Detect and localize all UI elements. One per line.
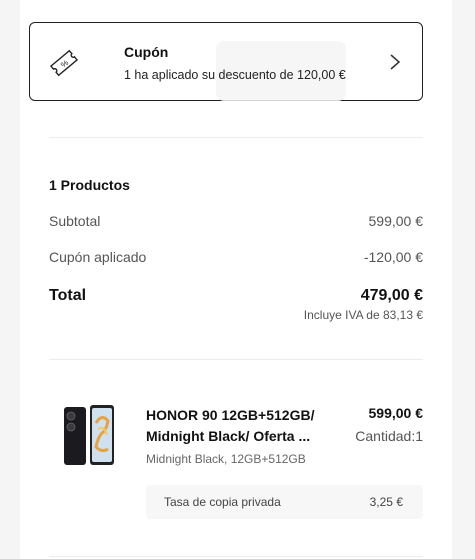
divider [49, 556, 423, 557]
fee-value: 3,25 € [369, 495, 403, 509]
vat-note: Incluye IVA de 83,13 € [303, 308, 423, 322]
coupon-tag-icon: % [49, 49, 79, 77]
coupon-applied-value: -120,00 € [363, 249, 423, 265]
total-value: 479,00 € [360, 287, 423, 304]
coupon-applied-label: Cupón aplicado [49, 249, 147, 265]
coupon-description: 1 ha aplicado su descuento de 120,00 € [124, 68, 346, 82]
divider [49, 137, 423, 138]
subtotal-label: Subtotal [49, 213, 101, 229]
coupon-title: Cupón [124, 44, 169, 60]
product-name[interactable]: HONOR 90 12GB+512GB/ Midnight Black/ Ofe… [146, 405, 336, 447]
private-copy-fee: Tasa de copia privada 3,25 € [146, 485, 423, 519]
product-variant: Midnight Black, 12GB+512GB [146, 452, 306, 466]
total-label: Total [49, 287, 87, 304]
divider [49, 359, 423, 360]
product-price: 599,00 € [368, 405, 424, 421]
product-image[interactable] [62, 403, 116, 467]
subtotal-value: 599,00 € [368, 213, 424, 229]
product-quantity: Cantidad:1 [355, 428, 423, 444]
coupon-card[interactable]: % Cupón 1 ha aplicado su descuento de 12… [29, 22, 423, 101]
chevron-right-icon[interactable] [388, 52, 402, 72]
fee-label: Tasa de copia privada [164, 495, 281, 509]
products-count: 1 Productos [49, 177, 130, 193]
